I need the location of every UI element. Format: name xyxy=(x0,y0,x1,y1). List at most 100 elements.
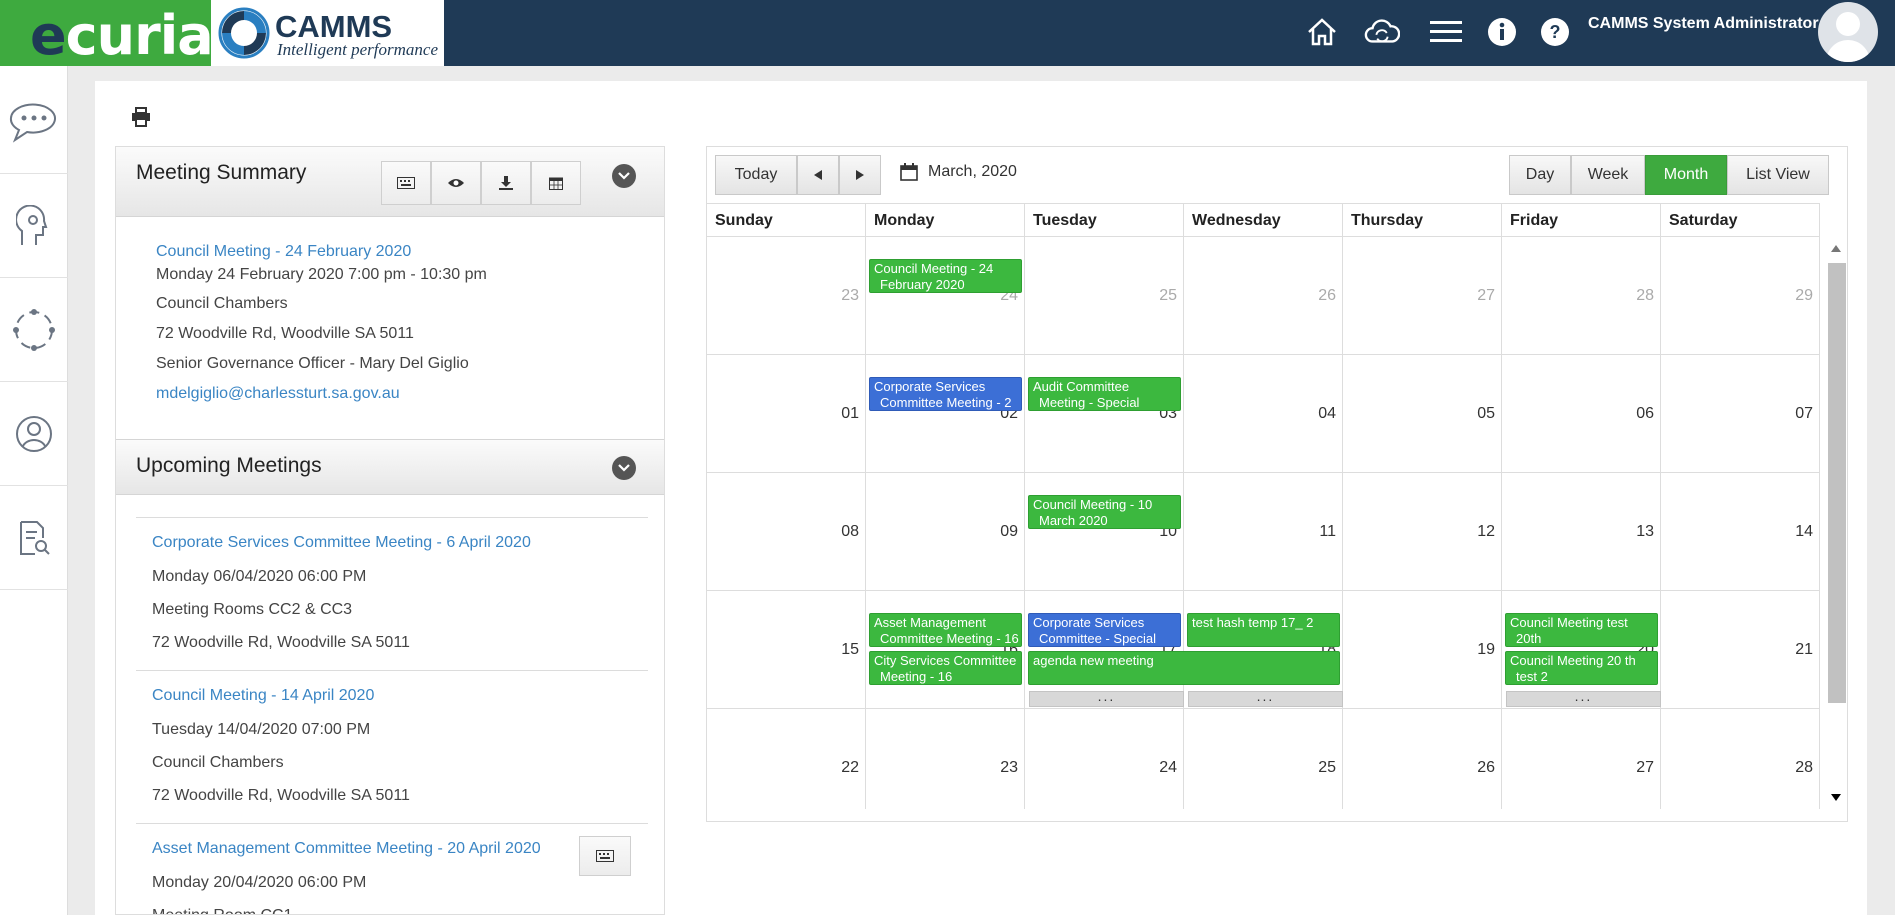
avatar[interactable] xyxy=(1818,2,1878,62)
calendar-day-cell[interactable]: 24 xyxy=(866,237,1025,355)
sidebar-item-user[interactable] xyxy=(0,382,68,486)
calendar-day-cell[interactable]: 26 xyxy=(1343,709,1502,809)
calendar-event[interactable]: Council Meeting - 10 March 2020 xyxy=(1028,495,1181,529)
upcoming-meeting-link[interactable]: Council Meeting - 14 April 2020 xyxy=(152,687,374,705)
calendar-day-cell[interactable]: 05 xyxy=(1343,355,1502,473)
home-icon[interactable] xyxy=(1304,14,1340,50)
sidebar-item-chat[interactable] xyxy=(0,70,68,174)
scroll-up-icon[interactable] xyxy=(1831,245,1841,252)
calendar-day-cell[interactable]: 24 xyxy=(1025,709,1184,809)
calendar-day-cell[interactable]: 15 xyxy=(707,591,866,709)
calendar-day-cell[interactable]: 29 xyxy=(1661,237,1820,355)
calendar-day-cell[interactable]: 03 xyxy=(1025,355,1184,473)
menu-icon[interactable] xyxy=(1428,14,1464,50)
view-button[interactable] xyxy=(431,161,481,205)
user-name[interactable]: CAMMS System Administrator xyxy=(1588,15,1819,33)
calendar-event[interactable]: Corporate Services Committee Meeting - 2 xyxy=(869,377,1022,411)
calendar-day-cell[interactable]: 08 xyxy=(707,473,866,591)
ecuria-logo[interactable]: ecuria xyxy=(0,0,214,67)
calendar-day-cell[interactable]: 22 xyxy=(707,709,866,809)
calendar-day-cell[interactable]: 21 xyxy=(1661,591,1820,709)
calendar-scrollbar[interactable] xyxy=(1825,237,1847,809)
list-item: Asset Management Committee Meeting - 20 … xyxy=(136,823,648,914)
summary-meeting-link[interactable]: Council Meeting - 24 February 2020 xyxy=(156,243,411,261)
calendar-day-cell[interactable]: 12 xyxy=(1343,473,1502,591)
calendar-day-cell[interactable]: 06 xyxy=(1502,355,1661,473)
keyboard-button[interactable] xyxy=(381,161,431,205)
day-number: 23 xyxy=(1000,759,1018,776)
calendar-event[interactable]: Audit Committee Meeting - Special xyxy=(1028,377,1181,411)
day-number: 21 xyxy=(1795,641,1813,658)
day-number: 12 xyxy=(1477,523,1495,540)
calendar-event[interactable]: Asset Management Committee Meeting - 16 xyxy=(869,613,1022,647)
calendar-day-cell[interactable]: 13 xyxy=(1502,473,1661,591)
today-button[interactable]: Today xyxy=(715,155,797,195)
upcoming-meetings-header: Upcoming Meetings xyxy=(116,439,664,495)
day-number: 26 xyxy=(1477,759,1495,776)
more-events-link[interactable]: ... xyxy=(1188,689,1343,707)
calendar-day-cell[interactable]: 02 xyxy=(866,355,1025,473)
day-header: Tuesday xyxy=(1025,203,1184,237)
day-header-label: Monday xyxy=(874,212,935,229)
meeting-summary-header: Meeting Summary xyxy=(116,147,664,217)
scroll-down-icon[interactable] xyxy=(1831,794,1841,801)
calendar-day-cell[interactable]: 14 xyxy=(1661,473,1820,591)
calendar-day-cell[interactable]: 11 xyxy=(1184,473,1343,591)
cloud-sync-icon[interactable] xyxy=(1364,14,1400,50)
upcoming-meeting-link[interactable]: Corporate Services Committee Meeting - 6… xyxy=(152,534,531,552)
sidebar-item-document-search[interactable] xyxy=(0,486,68,590)
keyboard-button[interactable] xyxy=(579,836,631,876)
collapse-meeting-summary-button[interactable] xyxy=(612,164,636,188)
calendar-day-cell[interactable]: 23 xyxy=(707,237,866,355)
scroll-thumb[interactable] xyxy=(1828,263,1846,703)
view-list-view-button[interactable]: List View xyxy=(1727,155,1829,195)
calendar-day-cell[interactable]: 26 xyxy=(1184,237,1343,355)
calendar-day-cell[interactable]: 25 xyxy=(1025,237,1184,355)
day-number: 25 xyxy=(1318,759,1336,776)
help-icon[interactable]: ? xyxy=(1537,14,1573,50)
calendar-event[interactable]: Corporate Services Committee - Special xyxy=(1028,613,1181,647)
prev-button[interactable] xyxy=(797,155,839,195)
summary-datetime: Monday 24 February 2020 7:00 pm - 10:30 … xyxy=(156,266,487,283)
calendar-event[interactable]: Council Meeting test 20th xyxy=(1505,613,1658,647)
collapse-upcoming-button[interactable] xyxy=(612,456,636,480)
upcoming-meeting-link[interactable]: Asset Management Committee Meeting - 20 … xyxy=(152,840,541,858)
calendar-day-cell[interactable]: 09 xyxy=(866,473,1025,591)
download-button[interactable] xyxy=(481,161,531,205)
next-button[interactable] xyxy=(839,155,881,195)
calendar-day-cell[interactable]: 07 xyxy=(1661,355,1820,473)
info-icon[interactable] xyxy=(1484,14,1520,50)
calendar-day-cell[interactable]: 27 xyxy=(1343,237,1502,355)
calendar-day-cell[interactable]: 27 xyxy=(1502,709,1661,809)
sidebar-item-settings-person[interactable] xyxy=(0,174,68,278)
more-events-link[interactable]: ... xyxy=(1506,689,1661,707)
calendar-event[interactable]: test hash temp 17_ 2 xyxy=(1187,613,1340,647)
calendar-day-cell[interactable]: 16 xyxy=(866,591,1025,709)
day-number: 19 xyxy=(1477,641,1495,658)
day-number: 15 xyxy=(841,641,859,658)
calendar-day-cell[interactable]: 01 xyxy=(707,355,866,473)
view-month-button[interactable]: Month xyxy=(1645,155,1727,195)
calendar-button[interactable] xyxy=(531,161,581,205)
summary-email-link[interactable]: mdelgiglio@charlessturt.sa.gov.au xyxy=(156,385,400,403)
calendar-day-cell[interactable]: 10 xyxy=(1025,473,1184,591)
calendar-day-cell[interactable]: 19 xyxy=(1343,591,1502,709)
main-content: Meeting Summary Council Meeting - 24 Feb… xyxy=(95,81,1867,915)
print-icon[interactable] xyxy=(131,107,151,130)
calendar-event[interactable]: City Services Committee Meeting - 16 xyxy=(869,651,1022,685)
view-day-button[interactable]: Day xyxy=(1509,155,1571,195)
calendar-day-cell[interactable]: 04 xyxy=(1184,355,1343,473)
calendar-day-cell[interactable]: 23 xyxy=(866,709,1025,809)
sidebar-item-cycle[interactable] xyxy=(0,278,68,382)
calendar-event[interactable]: Council Meeting - 24 February 2020 xyxy=(869,259,1022,293)
calendar-day-cell[interactable]: 28 xyxy=(1661,709,1820,809)
day-number: 22 xyxy=(841,759,859,776)
calendar-event[interactable]: agenda new meeting xyxy=(1028,651,1340,685)
calendar-day-cell[interactable]: 25 xyxy=(1184,709,1343,809)
calendar-event[interactable]: Council Meeting 20 th test 2 xyxy=(1505,651,1658,685)
view-week-button[interactable]: Week xyxy=(1571,155,1645,195)
camms-logo[interactable]: CAMMS Intelligent performance xyxy=(211,0,444,66)
month-picker[interactable]: March, 2020 xyxy=(900,163,1017,181)
calendar-day-cell[interactable]: 28 xyxy=(1502,237,1661,355)
more-events-link[interactable]: ... xyxy=(1029,689,1184,707)
